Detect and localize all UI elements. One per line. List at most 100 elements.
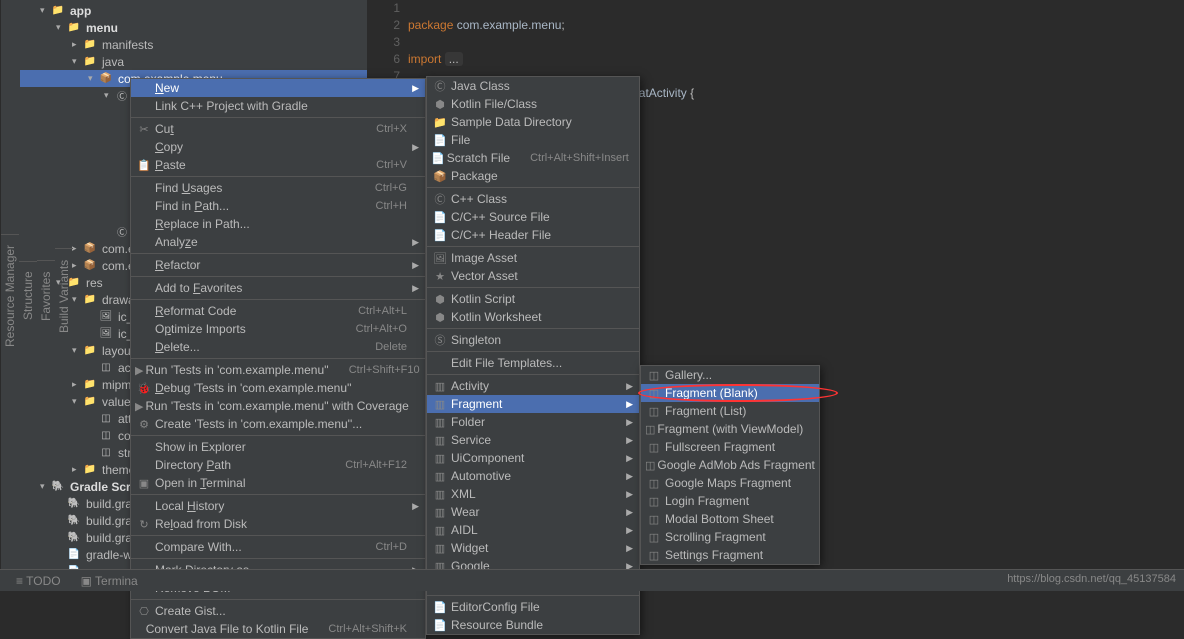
menu-item[interactable]: Analyze▶ <box>131 233 425 251</box>
menu-item[interactable]: ★Vector Asset <box>427 267 639 285</box>
menu-item[interactable]: Edit File Templates... <box>427 354 639 372</box>
menu-item[interactable]: 🐞Debug 'Tests in 'com.example.menu'' <box>131 379 425 397</box>
menu-icon: ▣ <box>135 477 153 490</box>
expand-icon[interactable]: ▸ <box>72 39 82 50</box>
menu-item[interactable]: 📁Sample Data Directory <box>427 113 639 131</box>
menu-item[interactable]: ▥Folder▶ <box>427 413 639 431</box>
menu-item[interactable]: ▥AIDL▶ <box>427 521 639 539</box>
tree-node[interactable]: ▾📁java <box>20 53 367 70</box>
menu-item[interactable]: Show in Explorer <box>131 438 425 456</box>
expand-icon[interactable]: ▾ <box>72 345 82 356</box>
menu-item[interactable]: Find UsagesCtrl+G <box>131 179 425 197</box>
menu-item[interactable]: ◫Login Fragment <box>641 492 819 510</box>
expand-icon[interactable]: ▾ <box>40 481 50 492</box>
menu-item[interactable]: ◫Gallery... <box>641 366 819 384</box>
rail-tab-favorites[interactable]: Favorites <box>37 260 55 330</box>
menu-item[interactable]: ◫Fragment (List) <box>641 402 819 420</box>
rail-tab-structure[interactable]: Structure <box>19 261 37 331</box>
menu-item[interactable]: 🖼Image Asset <box>427 249 639 267</box>
menu-label: Scrolling Fragment <box>663 530 801 544</box>
menu-label: Show in Explorer <box>153 440 407 454</box>
menu-item[interactable]: ▶Run 'Tests in 'com.example.menu'' with … <box>131 397 425 415</box>
menu-item[interactable]: ▥Service▶ <box>427 431 639 449</box>
folded-imports[interactable]: ... <box>445 52 463 66</box>
menu-item[interactable]: ◫Scrolling Fragment <box>641 528 819 546</box>
expand-icon[interactable]: ▸ <box>72 243 82 254</box>
menu-item[interactable]: Directory PathCtrl+Alt+F12 <box>131 456 425 474</box>
menu-item[interactable]: Compare With...Ctrl+D <box>131 538 425 556</box>
menu-item[interactable]: ▥UiComponent▶ <box>427 449 639 467</box>
menu-item[interactable]: ◫Google AdMob Ads Fragment <box>641 456 819 474</box>
todo-tab[interactable]: ≡ TODO <box>6 574 71 588</box>
menu-item[interactable]: ⬢Kotlin File/Class <box>427 95 639 113</box>
menu-item[interactable]: Optimize ImportsCtrl+Alt+O <box>131 320 425 338</box>
menu-item[interactable]: ◫Fragment (with ViewModel) <box>641 420 819 438</box>
menu-item[interactable]: Local History▶ <box>131 497 425 515</box>
tree-node[interactable]: ▾📁menu <box>20 19 367 36</box>
expand-icon[interactable]: ▾ <box>72 294 82 305</box>
menu-item[interactable]: 📄C/C++ Header File <box>427 226 639 244</box>
menu-label: Cut <box>153 122 356 136</box>
menu-item[interactable]: ⒸC++ Class <box>427 190 639 208</box>
menu-item[interactable]: ◫Settings Fragment <box>641 546 819 564</box>
menu-item[interactable]: ↻Reload from Disk <box>131 515 425 533</box>
expand-icon[interactable]: ▾ <box>88 73 98 84</box>
expand-icon[interactable]: ▾ <box>72 396 82 407</box>
menu-item[interactable]: 📄C/C++ Source File <box>427 208 639 226</box>
menu-item[interactable]: ✂CutCtrl+X <box>131 120 425 138</box>
expand-icon[interactable]: ▸ <box>72 379 82 390</box>
menu-item[interactable]: ◫Fragment (Blank) <box>641 384 819 402</box>
menu-item[interactable]: ▥Fragment▶ <box>427 395 639 413</box>
menu-item[interactable]: Copy▶ <box>131 138 425 156</box>
menu-item[interactable]: Delete...Delete <box>131 338 425 356</box>
menu-item[interactable]: ▶Run 'Tests in 'com.example.menu''Ctrl+S… <box>131 361 425 379</box>
expand-icon[interactable]: ▾ <box>56 22 66 33</box>
expand-icon[interactable]: ▸ <box>72 464 82 475</box>
menu-item[interactable]: ▥Automotive▶ <box>427 467 639 485</box>
menu-item[interactable]: ⚙Create 'Tests in 'com.example.menu''... <box>131 415 425 433</box>
rail-tab-build[interactable]: Build Variants <box>55 248 73 342</box>
menu-item[interactable]: ▣Open in Terminal <box>131 474 425 492</box>
menu-item[interactable]: ◫Fullscreen Fragment <box>641 438 819 456</box>
menu-item[interactable]: Convert Java File to Kotlin FileCtrl+Alt… <box>131 620 425 638</box>
node-icon: 📁 <box>82 55 98 69</box>
menu-item[interactable]: ▥XML▶ <box>427 485 639 503</box>
expand-icon[interactable]: ▸ <box>72 260 82 271</box>
menu-item[interactable]: ⬢Kotlin Script <box>427 290 639 308</box>
expand-icon[interactable]: ▾ <box>72 56 82 67</box>
menu-item[interactable]: Refactor▶ <box>131 256 425 274</box>
shortcut: Ctrl+Alt+Shift+Insert <box>510 152 629 164</box>
new-submenu[interactable]: ⒸJava Class⬢Kotlin File/Class📁Sample Dat… <box>426 76 640 635</box>
menu-item[interactable]: 📋PasteCtrl+V <box>131 156 425 174</box>
menu-item[interactable]: ⒸJava Class <box>427 77 639 95</box>
menu-item[interactable]: 📄Resource Bundle <box>427 616 639 634</box>
tree-node[interactable]: ▾📁app <box>20 2 367 19</box>
terminal-tab[interactable]: ▣ Termina <box>71 574 148 588</box>
expand-icon[interactable]: ▾ <box>104 90 114 101</box>
menu-item[interactable]: ⎔Create Gist... <box>131 602 425 620</box>
menu-item[interactable]: ◫Google Maps Fragment <box>641 474 819 492</box>
menu-item[interactable]: 📄File <box>427 131 639 149</box>
menu-item[interactable]: ⓈSingleton <box>427 331 639 349</box>
menu-item[interactable]: ▥Activity▶ <box>427 377 639 395</box>
menu-item[interactable]: 📦Package <box>427 167 639 185</box>
node-icon: ◫ <box>98 412 114 426</box>
menu-item[interactable]: 📄EditorConfig File <box>427 598 639 616</box>
menu-item[interactable]: 📄Scratch FileCtrl+Alt+Shift+Insert <box>427 149 639 167</box>
menu-item[interactable]: ▥Widget▶ <box>427 539 639 557</box>
menu-item[interactable]: Add to Favorites▶ <box>131 279 425 297</box>
menu-item[interactable]: Replace in Path... <box>131 215 425 233</box>
menu-item[interactable]: Reformat CodeCtrl+Alt+L <box>131 302 425 320</box>
fragment-submenu[interactable]: ◫Gallery...◫Fragment (Blank)◫Fragment (L… <box>640 365 820 565</box>
tree-node[interactable]: ▸📁manifests <box>20 36 367 53</box>
expand-icon[interactable]: ▾ <box>40 5 50 16</box>
menu-item[interactable]: ⬢Kotlin Worksheet <box>427 308 639 326</box>
menu-item[interactable]: New▶ <box>131 79 425 97</box>
menu-item[interactable]: Find in Path...Ctrl+H <box>131 197 425 215</box>
menu-item[interactable]: ◫Modal Bottom Sheet <box>641 510 819 528</box>
rail-tab-resource[interactable]: Resource Manager <box>1 234 19 357</box>
menu-item[interactable]: ▥Wear▶ <box>427 503 639 521</box>
menu-label: Edit File Templates... <box>449 356 621 370</box>
context-menu[interactable]: New▶Link C++ Project with Gradle ✂CutCtrl… <box>130 78 426 639</box>
menu-item[interactable]: Link C++ Project with Gradle <box>131 97 425 115</box>
